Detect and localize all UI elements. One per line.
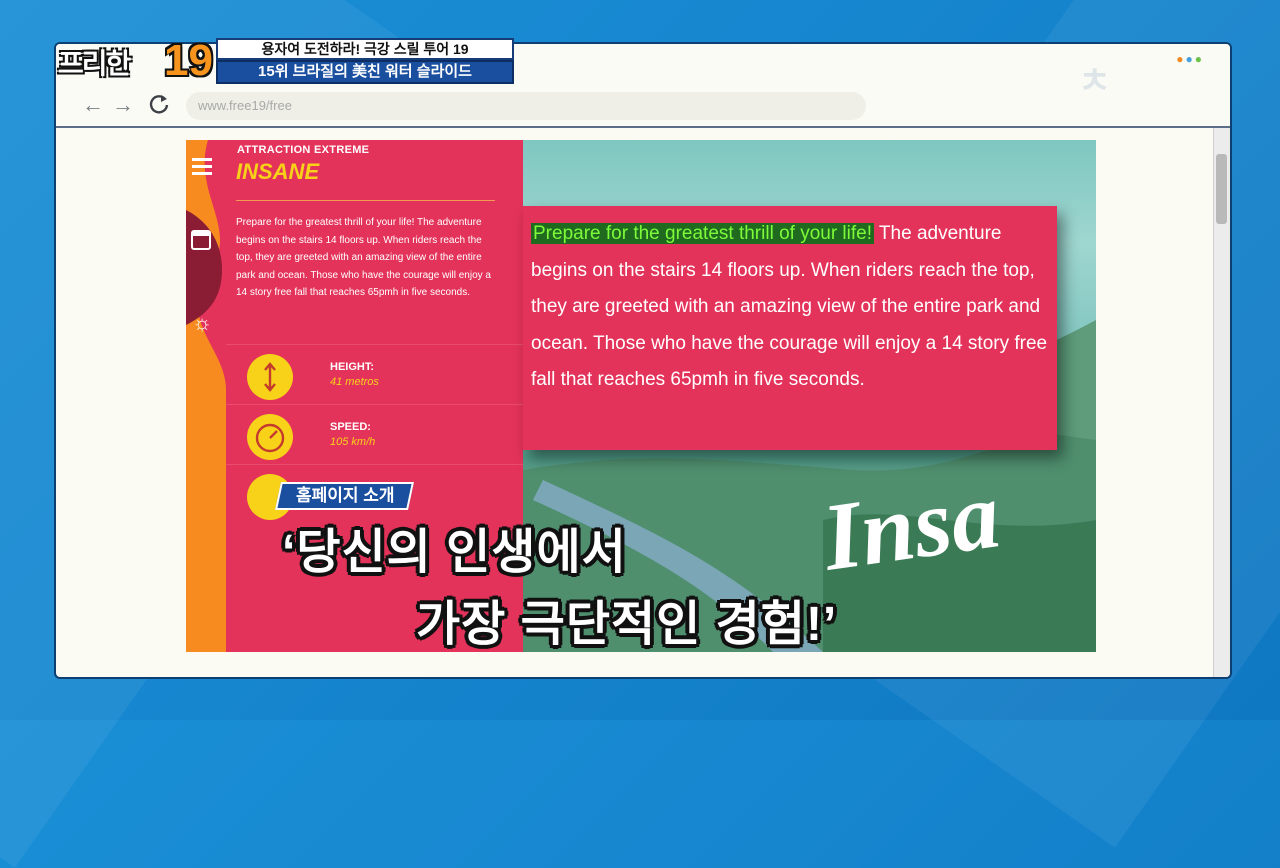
sun-icon[interactable]: ☼ — [192, 312, 214, 334]
scrollbar-thumb[interactable] — [1216, 154, 1227, 224]
zoomed-description-rest: The adventure begins on the stairs 14 fl… — [531, 223, 1048, 391]
attraction-description: Prepare for the greatest thrill of your … — [236, 217, 491, 298]
stat-row-height: HEIGHT: 41 metros — [226, 344, 523, 411]
show-logo-number: 19 — [164, 36, 213, 85]
program-headline: 용자여 도전하라! 극강 스릴 투어 19 15위 브라질의 美친 워터 슬라이… — [216, 38, 514, 86]
stat-value: 105 km/h — [330, 436, 376, 448]
headline-top: 용자여 도전하라! 극강 스릴 투어 19 — [216, 38, 514, 60]
subtitle-line-1: ‘당신의 인생에서 — [282, 526, 627, 579]
window-dots: ●●● — [1176, 52, 1204, 66]
url-text: www.free19/free — [198, 98, 292, 113]
attraction-title: INSANE — [236, 159, 320, 184]
orange-nav-strip — [186, 140, 226, 652]
menu-icon[interactable] — [192, 158, 212, 175]
forward-arrow-icon[interactable]: → — [112, 93, 134, 117]
zoomed-description: Prepare for the greatest thrill of your … — [531, 216, 1055, 399]
back-arrow-icon[interactable]: ← — [82, 93, 104, 117]
zoomed-description-callout: Prepare for the greatest thrill of your … — [523, 206, 1057, 450]
height-arrows-icon — [247, 354, 293, 400]
headline-bottom: 15위 브라질의 美친 워터 슬라이드 — [216, 60, 514, 84]
caption-tag-label: 홈페이지 소개 — [296, 486, 395, 505]
stat-label: SPEED: — [330, 421, 371, 433]
stat-row-speed: SPEED: 105 km/h — [226, 404, 523, 471]
vertical-scrollbar[interactable] — [1213, 128, 1230, 677]
show-logo: 프리한 19 — [58, 36, 218, 86]
speedometer-icon — [247, 414, 293, 460]
show-logo-text: 프리한 — [58, 48, 131, 79]
calendar-icon[interactable] — [191, 230, 211, 250]
stat-value: 41 metros — [330, 376, 379, 388]
title-divider — [236, 200, 495, 201]
address-bar[interactable]: www.free19/free — [186, 92, 866, 120]
subtitle-line-2: 가장 극단적인 경험!’ — [416, 598, 838, 651]
reload-icon[interactable] — [148, 93, 170, 120]
highlighted-sentence: Prepare for the greatest thrill of your … — [531, 223, 874, 244]
stat-label: HEIGHT: — [330, 361, 374, 373]
caption-tag: 홈페이지 소개 — [275, 482, 414, 510]
attraction-kicker: ATTRACTION EXTREME — [237, 144, 370, 156]
